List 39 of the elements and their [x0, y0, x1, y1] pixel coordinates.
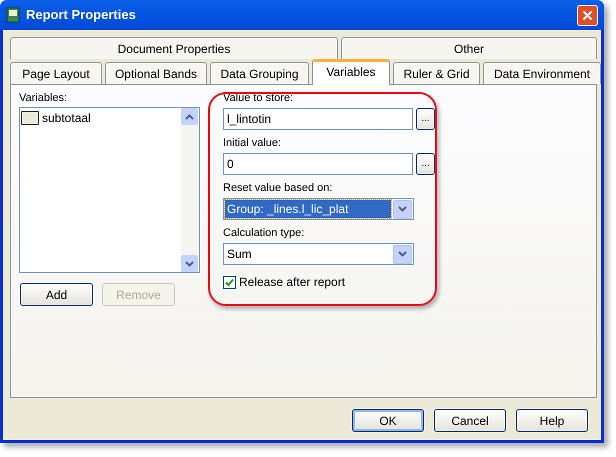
close-icon — [582, 10, 593, 20]
chevron-down-icon — [398, 206, 407, 212]
dropdown-button[interactable] — [393, 200, 412, 218]
tab[interactable]: Data Environment — [483, 62, 601, 84]
action-button[interactable]: Add — [20, 283, 93, 306]
tab[interactable]: Page Layout — [10, 62, 102, 84]
checkbox[interactable] — [223, 276, 236, 288]
variable-icon — [21, 111, 39, 125]
chevron-down-icon — [398, 251, 407, 257]
close-button[interactable] — [577, 4, 598, 26]
dialog-button[interactable]: Cancel — [434, 409, 506, 432]
tab[interactable]: Other — [341, 37, 597, 59]
variables-label: Variables: — [19, 91, 68, 105]
chevron-up-icon — [185, 114, 194, 120]
text-field[interactable]: 0 — [223, 153, 414, 175]
dialog-button[interactable]: Help — [516, 409, 588, 432]
field-label: Calculation type: — [223, 226, 306, 240]
dropdown-button[interactable] — [393, 244, 412, 264]
check-icon — [225, 278, 234, 286]
tab[interactable]: Variables — [312, 59, 390, 85]
dropdown[interactable]: Sum — [223, 243, 414, 265]
checkbox-label: Release after report — [239, 274, 346, 291]
tab[interactable]: Optional Bands — [105, 62, 207, 84]
scrollbar[interactable] — [181, 108, 199, 272]
browse-button[interactable]: ... — [416, 108, 435, 130]
tab[interactable]: Ruler & Grid — [393, 62, 480, 84]
field-label: Initial value: — [223, 136, 282, 150]
dropdown[interactable]: Group: _lines.l_lic_plat — [223, 198, 414, 220]
browse-button[interactable]: ... — [416, 153, 435, 175]
chevron-down-icon — [185, 260, 194, 266]
list-item[interactable]: subtotaal — [21, 109, 180, 127]
window-title: Report Properties — [26, 6, 137, 24]
field-label: Value to store: — [223, 91, 294, 105]
text-field[interactable]: l_lintotin — [223, 108, 414, 130]
tab[interactable]: Data Grouping — [210, 62, 309, 84]
report-icon — [6, 7, 20, 23]
dialog-button[interactable]: OK — [352, 409, 424, 432]
field-label: Reset value based on: — [223, 181, 334, 195]
tab[interactable]: Document Properties — [10, 37, 338, 59]
